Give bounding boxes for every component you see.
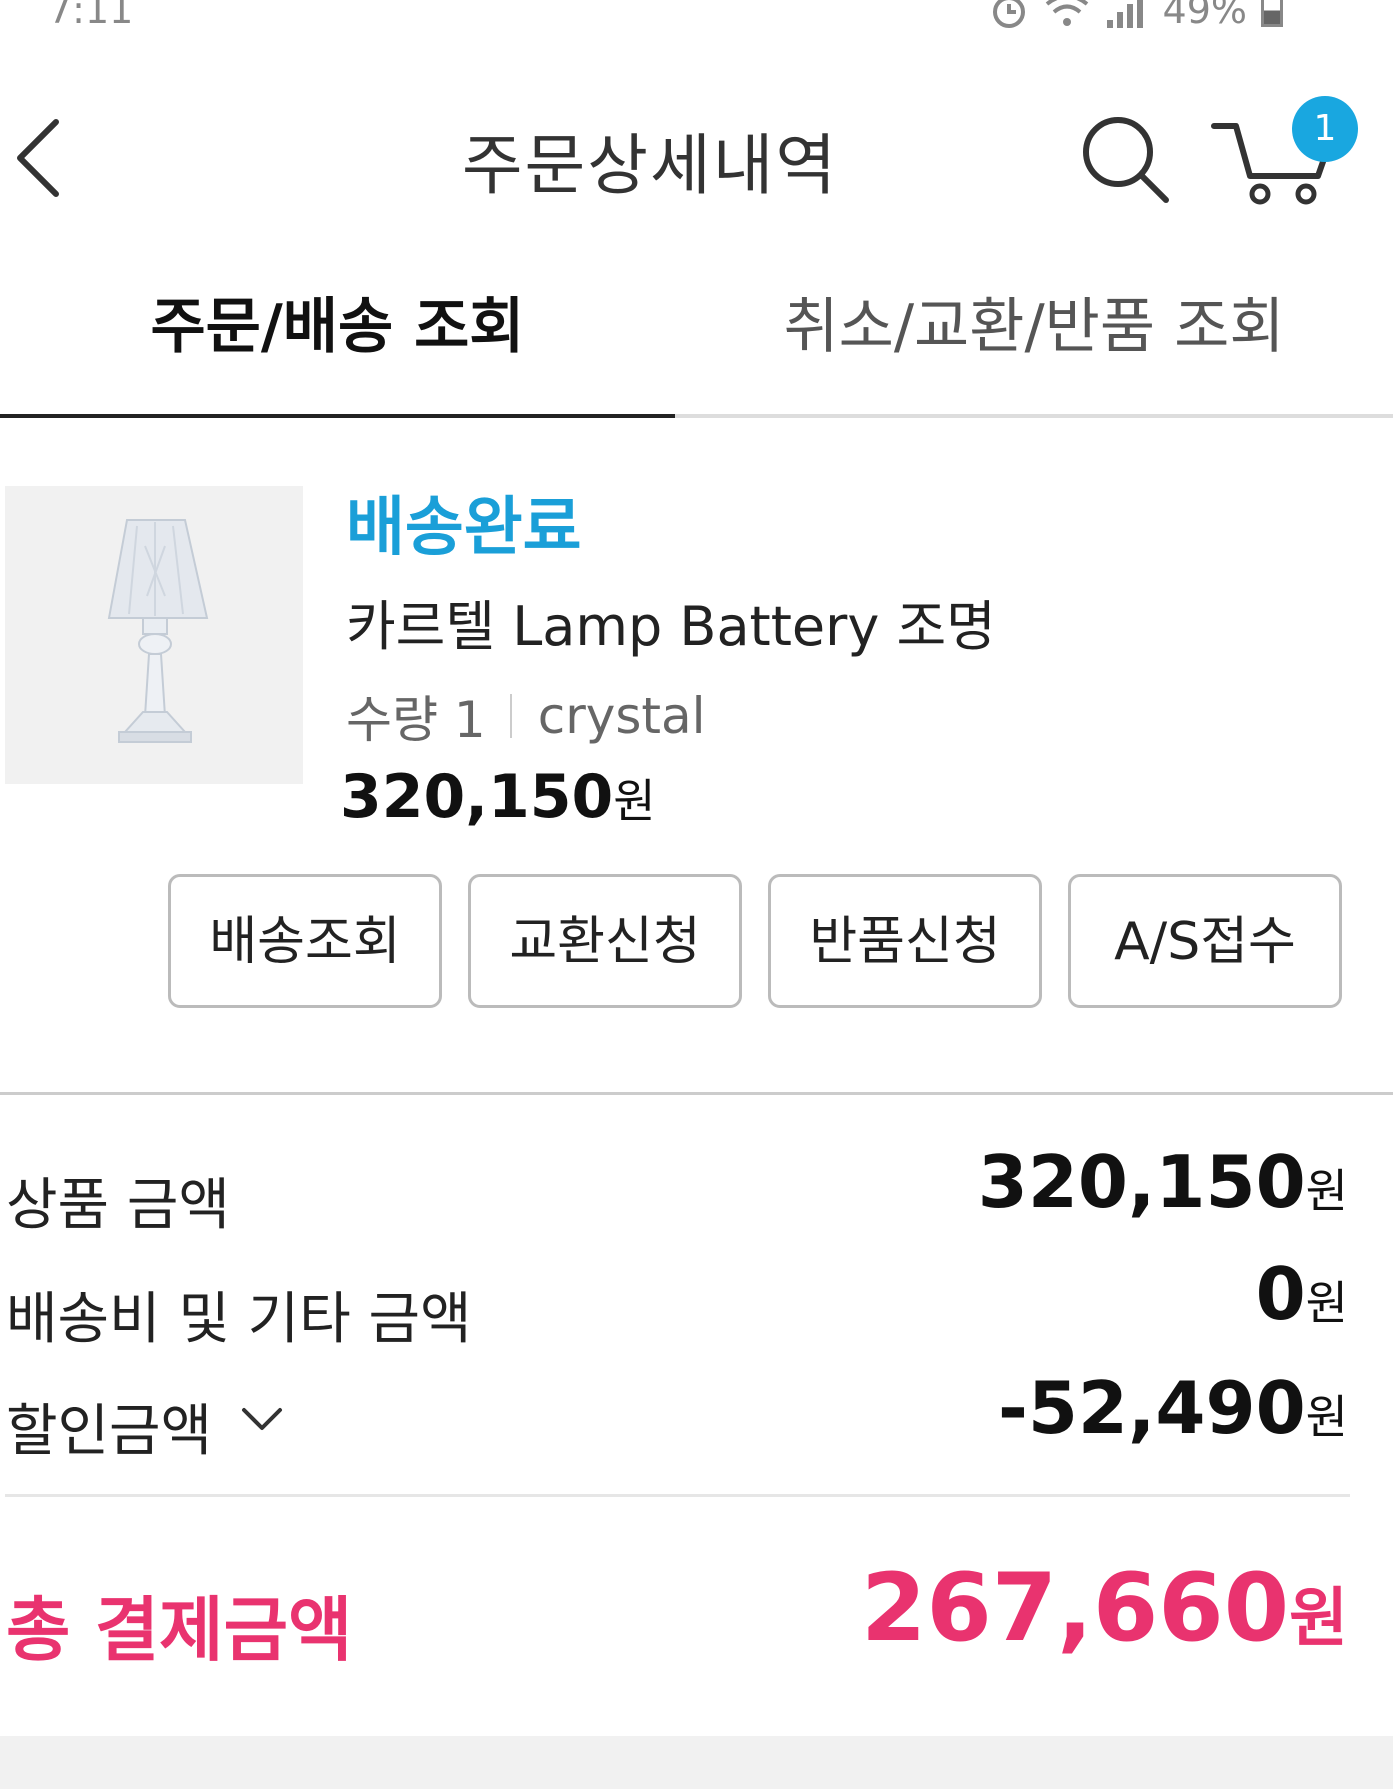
shipping-amount-label: 배송비 및 기타 금액 <box>6 1287 472 1352</box>
shipping-amount-number: 0 <box>1255 1252 1306 1336</box>
summary-divider <box>5 1494 1350 1497</box>
product-amount-number: 320,150 <box>977 1140 1306 1224</box>
product-name[interactable]: 카르텔 Lamp Battery 조명 <box>346 582 996 661</box>
discount-amount-currency: 원 <box>1305 1390 1348 1444</box>
tab-cancel-exchange-return[interactable]: 취소/교환/반품 조회 <box>675 282 1393 412</box>
total-amount-label: 총 결제금액 <box>6 1589 353 1671</box>
shipping-amount-value: 0원 <box>1256 1252 1348 1336</box>
battery-percent: 49% <box>1162 0 1247 32</box>
alarm-icon <box>992 0 1025 28</box>
tab-divider <box>675 414 1393 418</box>
product-amount-currency: 원 <box>1305 1164 1348 1218</box>
status-time: 7:11 <box>48 0 134 32</box>
total-amount-number: 267,660 <box>860 1554 1290 1663</box>
price-number: 320,150 <box>340 762 614 832</box>
product-options: 수량 1 crystal <box>346 680 706 752</box>
search-icon <box>1083 117 1169 203</box>
option-separator <box>509 694 512 738</box>
cart-count-badge: 1 <box>1292 96 1358 162</box>
discount-amount-value: -52,490원 <box>998 1366 1348 1450</box>
battery-icon <box>1261 0 1283 27</box>
product-price: 320,150원 <box>340 762 656 832</box>
status-icons: 49% <box>989 0 1283 32</box>
option-text: crystal <box>537 687 706 745</box>
product-image[interactable] <box>5 486 303 784</box>
section-divider <box>0 1092 1393 1095</box>
price-currency: 원 <box>613 774 656 828</box>
track-delivery-button[interactable]: 배송조회 <box>168 874 442 1008</box>
delivery-status: 배송완료 <box>346 491 582 565</box>
chevron-down-icon <box>242 1408 282 1430</box>
wifi-icon <box>1045 0 1088 26</box>
request-return-button[interactable]: 반품신청 <box>768 874 1042 1008</box>
as-request-button[interactable]: A/S접수 <box>1068 874 1342 1008</box>
discount-amount-label[interactable]: 할인금액 <box>6 1386 212 1467</box>
search-button[interactable] <box>1078 112 1174 208</box>
discount-amount-number: -52,490 <box>997 1366 1306 1450</box>
lamp-image <box>107 519 209 743</box>
discount-expand-toggle[interactable] <box>240 1404 284 1434</box>
quantity-text: 수량 1 <box>346 691 486 749</box>
bottom-section-gap <box>0 1736 1393 1789</box>
tab-active-indicator <box>0 414 675 418</box>
total-amount-currency: 원 <box>1289 1582 1348 1656</box>
tab-order-delivery[interactable]: 주문/배송 조회 <box>0 282 675 412</box>
signal-icon <box>1106 0 1143 28</box>
product-amount-value: 320,150원 <box>978 1140 1348 1224</box>
product-amount-label: 상품 금액 <box>6 1173 230 1238</box>
request-exchange-button[interactable]: 교환신청 <box>468 874 742 1008</box>
total-amount-value: 267,660원 <box>861 1554 1348 1663</box>
shipping-amount-currency: 원 <box>1305 1276 1348 1330</box>
